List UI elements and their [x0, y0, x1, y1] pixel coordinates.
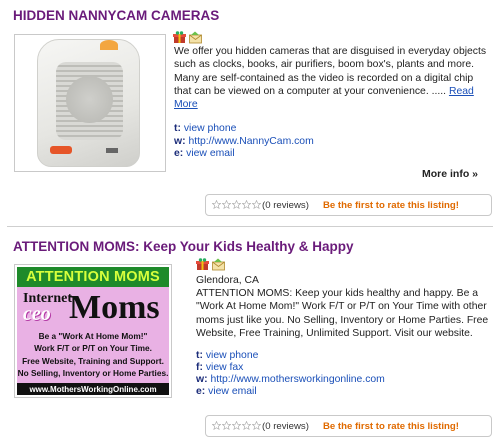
star-icon[interactable] — [251, 199, 262, 210]
description-text: We offer you hidden cameras that are dis… — [174, 46, 487, 97]
gift-icon[interactable] — [173, 31, 186, 44]
star-icon[interactable] — [251, 420, 262, 431]
rating-box: (0 reviews) Be the first to rate this li… — [205, 415, 492, 437]
star-icon[interactable] — [211, 199, 222, 210]
view-email-link[interactable]: view email — [186, 148, 235, 159]
contact-key: w: — [196, 374, 208, 385]
website-link[interactable]: http://www.mothersworkingonline.com — [210, 374, 384, 385]
listing-image[interactable] — [14, 34, 166, 172]
more-info-link[interactable]: More info » — [422, 168, 478, 180]
star-icon[interactable] — [241, 420, 252, 431]
envelope-icon[interactable] — [189, 31, 202, 44]
star-icon[interactable] — [231, 420, 242, 431]
ad-url-band: www.MothersWorkingOnline.com — [17, 383, 169, 395]
listing-description: ATTENTION MOMS: Keep your kids healthy a… — [196, 288, 489, 339]
view-email-link[interactable]: view email — [208, 386, 257, 397]
contact-phone[interactable]: t: view phone — [196, 350, 258, 362]
ad-ceo-text: ceo — [23, 303, 51, 325]
contact-fax[interactable]: f: view fax — [196, 362, 243, 374]
listing-location: Glendora, CA — [196, 275, 259, 286]
star-icon[interactable] — [241, 199, 252, 210]
envelope-icon[interactable] — [212, 258, 225, 271]
star-icon[interactable] — [221, 199, 232, 210]
rate-listing-link[interactable]: Be the first to rate this listing! — [323, 200, 459, 211]
contact-email[interactable]: e: view email — [174, 148, 235, 160]
listing-nannycam: HIDDEN NANNYCAM CAMERAS We offer you hid… — [0, 0, 500, 228]
rating-stars[interactable] — [211, 199, 262, 210]
listing-description: We offer you hidden cameras that are dis… — [174, 45, 488, 111]
rate-listing-link[interactable]: Be the first to rate this listing! — [323, 421, 459, 432]
star-icon[interactable] — [211, 420, 222, 431]
divider — [7, 226, 493, 227]
contact-key: e: — [174, 148, 184, 159]
listing-image[interactable]: ATTENTION MOMS Internet ceo Moms Be a "W… — [14, 264, 172, 398]
moms-ad-banner: ATTENTION MOMS Internet ceo Moms Be a "W… — [17, 267, 169, 395]
contact-website[interactable]: w: http://www.mothersworkingonline.com — [196, 374, 385, 386]
ad-moms-text: Moms — [69, 289, 160, 326]
contact-phone[interactable]: t: view phone — [174, 123, 236, 135]
ad-headline: ATTENTION MOMS — [26, 269, 160, 285]
rating-box: (0 reviews) Be the first to rate this li… — [205, 194, 492, 216]
listing-icons — [173, 31, 202, 44]
ad-url: www.MothersWorkingOnline.com — [29, 384, 157, 394]
ad-line-4: No Selling, Inventory or Home Parties. — [17, 368, 169, 378]
view-phone-link[interactable]: view phone — [184, 123, 237, 134]
ad-line-1: Be a "Work At Home Mom!" — [38, 331, 148, 341]
air-purifier-image — [37, 39, 140, 167]
gift-icon[interactable] — [196, 258, 209, 271]
contact-key: w: — [174, 136, 186, 147]
contact-key: t: — [196, 350, 203, 361]
star-icon[interactable] — [221, 420, 232, 431]
listing-title[interactable]: HIDDEN NANNYCAM CAMERAS — [13, 8, 219, 23]
ad-line-2: Work F/T or P/T on Your Time. — [34, 343, 152, 353]
review-count: (0 reviews) — [262, 421, 309, 432]
website-link[interactable]: http://www.NannyCam.com — [188, 136, 313, 147]
listing-icons — [196, 258, 225, 271]
contact-website[interactable]: w: http://www.NannyCam.com — [174, 136, 314, 148]
view-fax-link[interactable]: view fax — [206, 362, 244, 373]
listing-title[interactable]: ATTENTION MOMS: Keep Your Kids Healthy &… — [13, 239, 354, 254]
rating-stars[interactable] — [211, 420, 262, 431]
ad-line-3: Free Website, Training and Support. — [22, 356, 164, 366]
contact-key: f: — [196, 362, 203, 373]
ad-headline-band: ATTENTION MOMS — [17, 267, 169, 287]
star-icon[interactable] — [231, 199, 242, 210]
review-count: (0 reviews) — [262, 200, 309, 211]
contact-key: t: — [174, 123, 181, 134]
contact-key: e: — [196, 386, 206, 397]
listing-attention-moms: ATTENTION MOMS: Keep Your Kids Healthy &… — [0, 228, 500, 444]
contact-email[interactable]: e: view email — [196, 386, 257, 398]
view-phone-link[interactable]: view phone — [206, 350, 259, 361]
